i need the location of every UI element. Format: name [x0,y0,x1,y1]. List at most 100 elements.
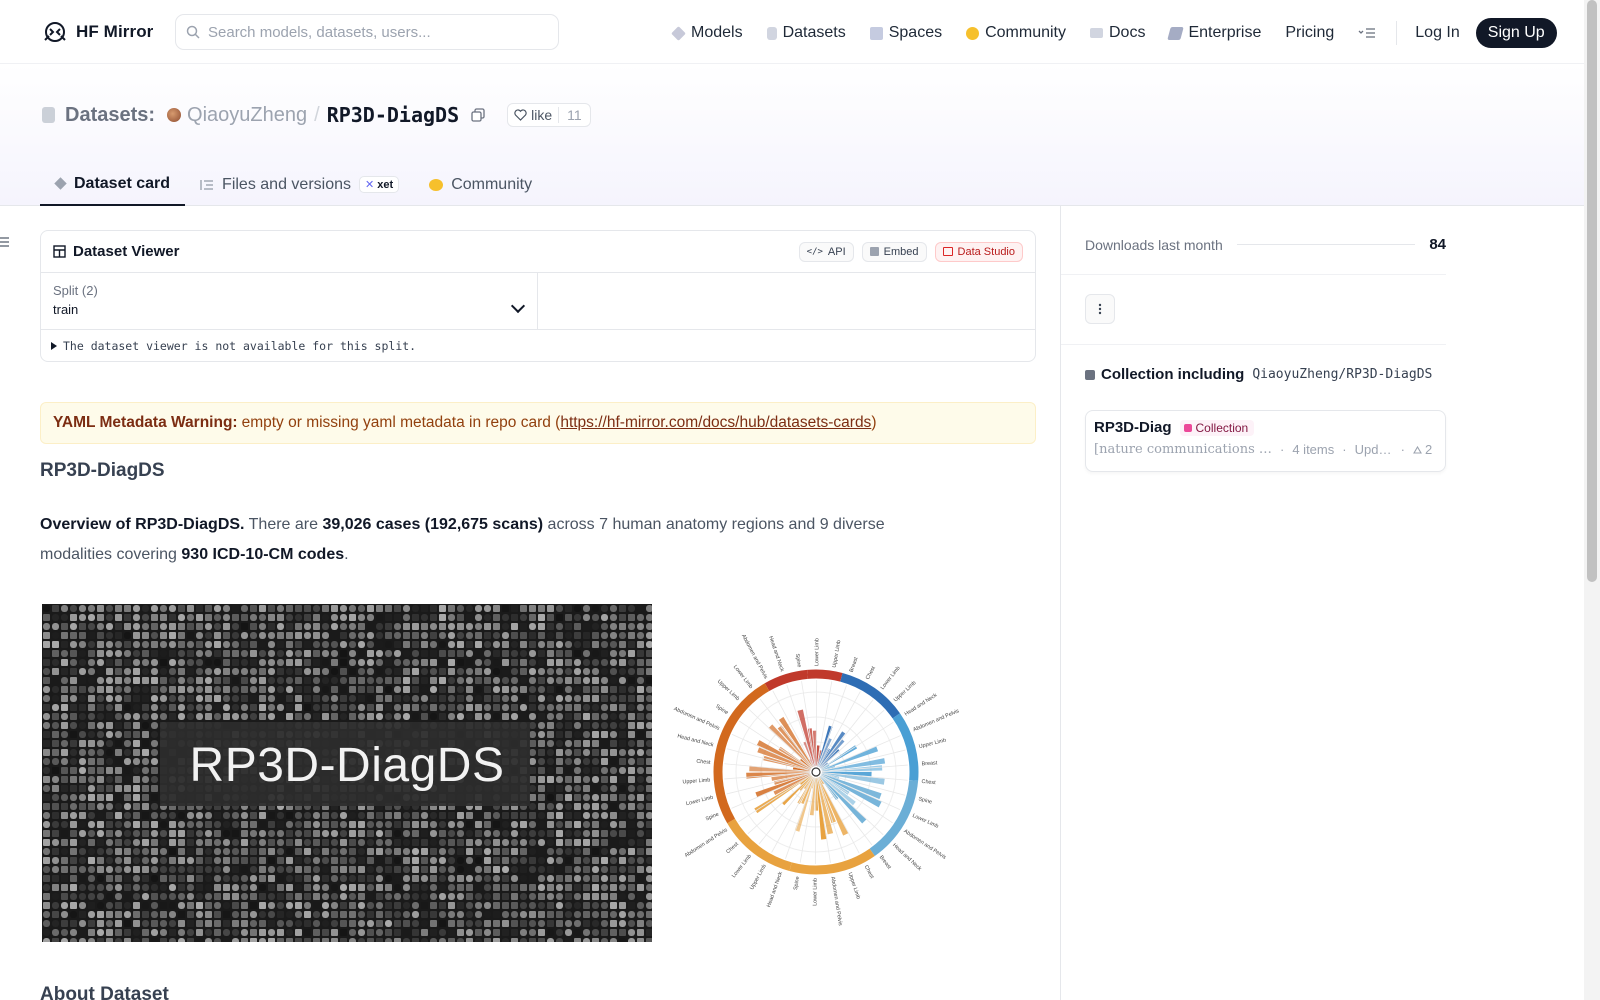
viewer-error-details[interactable]: The dataset viewer is not available for … [41,330,1035,361]
scan-thumbnail [565,902,572,909]
scan-thumbnail [349,884,356,891]
scan-thumbnail [277,668,284,675]
search-input[interactable] [208,23,538,41]
scan-thumbnail [151,911,158,918]
embed-button[interactable]: Embed [861,241,927,262]
like-count[interactable]: 11 [558,107,590,123]
scan-thumbnail [304,713,311,720]
scan-thumbnail [304,659,311,666]
api-button[interactable]: </> API [798,241,854,262]
scan-thumbnail [403,677,410,684]
nav-docs[interactable]: Docs [1078,20,1157,46]
scan-thumbnail [160,875,167,882]
tab-community[interactable]: Community [414,163,547,206]
collection-badge: Collection [1179,419,1255,436]
scan-thumbnail [169,938,176,942]
scan-thumbnail [574,668,581,675]
login-link[interactable]: Log In [1405,20,1469,46]
scan-thumbnail [331,668,338,675]
scan-thumbnail [214,857,221,864]
repo-name-link[interactable]: RP3D-DiagDS [327,103,459,127]
scan-thumbnail [646,731,652,738]
nav-spaces[interactable]: Spaces [858,20,954,46]
copy-icon[interactable] [471,108,485,122]
scan-thumbnail [601,686,608,693]
scan-thumbnail [313,686,320,693]
scan-thumbnail [205,902,212,909]
scan-thumbnail [502,650,509,657]
split-selector[interactable]: Split (2) train [41,273,538,329]
scan-thumbnail [88,884,95,891]
scan-thumbnail [205,929,212,936]
nav-pricing[interactable]: Pricing [1273,20,1346,46]
collection-card[interactable]: RP3D-Diag Collection [nature communicati… [1085,410,1446,472]
scan-thumbnail [196,632,203,639]
scan-thumbnail [619,884,626,891]
scan-thumbnail [475,839,482,846]
scan-thumbnail [448,605,455,612]
scan-thumbnail [520,866,527,873]
more-menu-button[interactable] [1346,23,1388,43]
scan-thumbnail [628,920,635,927]
scan-thumbnail [43,839,50,846]
scan-thumbnail [493,929,500,936]
scan-thumbnail [583,695,590,702]
like-button[interactable]: like 11 [507,103,591,127]
scan-thumbnail [502,659,509,666]
scan-thumbnail [367,704,374,711]
scan-thumbnail [484,830,491,837]
upvote-group[interactable]: 2 [1412,442,1433,457]
scan-thumbnail [628,632,635,639]
collection-name-row: RP3D-Diag Collection [1094,419,1437,436]
scan-thumbnail [430,920,437,927]
data-studio-button[interactable]: Data Studio [934,241,1023,262]
scan-thumbnail [232,713,239,720]
tab-files-and-versions[interactable]: Files and versions ✕ xet [185,163,414,206]
scan-thumbnail [538,641,545,648]
owner-avatar[interactable] [167,108,182,122]
signup-button[interactable]: Sign Up [1475,18,1557,48]
brand-logo[interactable]: HF Mirror [42,20,153,44]
scan-thumbnail [295,704,302,711]
scan-thumbnail [439,605,446,612]
community-tab-icon [429,178,444,191]
search-box[interactable] [175,14,559,50]
scan-thumbnail [142,884,149,891]
meta-dot: · [1280,442,1285,457]
scan-thumbnail [448,641,455,648]
scan-thumbnail [97,686,104,693]
scan-thumbnail [115,848,122,855]
nav-community[interactable]: Community [954,20,1078,46]
scrollbar-thumb[interactable] [1587,0,1597,582]
scan-thumbnail [430,650,437,657]
scan-thumbnail [610,695,617,702]
nav-datasets[interactable]: Datasets [755,20,858,46]
like-toggle[interactable]: like [508,107,558,123]
scan-thumbnail [232,686,239,693]
owner-link[interactable]: QiaoyuZheng [187,104,307,127]
scan-thumbnail [340,911,347,918]
scan-thumbnail [124,857,131,864]
sidebar-toggle-icon[interactable] [0,236,10,248]
scan-thumbnail [484,812,491,819]
split-empty-cell [538,273,1035,329]
nav-models[interactable]: Models [660,20,755,46]
scan-thumbnail [475,632,482,639]
scan-thumbnail [142,812,149,819]
collection-name[interactable]: RP3D-Diag [1094,419,1172,436]
nav-enterprise[interactable]: Enterprise [1157,20,1273,46]
scan-thumbnail [637,677,644,684]
scan-thumbnail [637,875,644,882]
scan-thumbnail [133,677,140,684]
tab-dataset-card[interactable]: Dataset card [40,163,186,206]
scan-thumbnail [232,866,239,873]
scan-thumbnail [124,812,131,819]
warning-link[interactable]: https://hf-mirror.com/docs/hub/datasets-… [560,414,871,432]
scan-thumbnail [133,632,140,639]
scan-thumbnail [511,704,518,711]
scan-thumbnail [133,623,140,630]
more-options-button[interactable] [1085,294,1115,324]
scan-thumbnail [97,902,104,909]
scan-thumbnail [511,659,518,666]
collection-upvotes: 2 [1424,442,1433,457]
